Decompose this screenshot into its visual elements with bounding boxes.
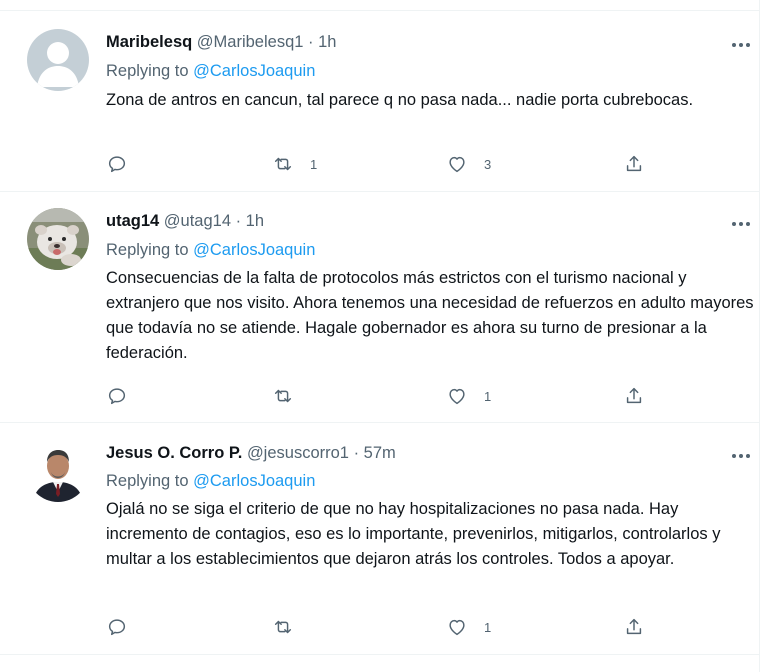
tweet-text: Consecuencias de la falta de protocolos … [106,269,754,362]
man-in-suit-photo [27,440,89,502]
heart-icon [449,619,465,636]
avatar[interactable] [27,208,89,270]
tweet-actions: 1 [106,383,666,409]
share-button[interactable] [623,614,645,640]
avatar[interactable] [27,440,89,502]
timestamp[interactable]: · 57m [354,444,396,462]
replying-prefix: Replying to [106,241,194,259]
display-name[interactable]: Jesus O. Corro P. [106,444,242,462]
tweet-actions: 1 3 [106,151,666,177]
share-icon [626,618,642,635]
retweet-count: 1 [310,156,318,172]
display-name[interactable]: Maribelesq [106,33,192,51]
like-count: 1 [484,619,492,635]
heart-icon [449,388,465,405]
share-button[interactable] [623,151,645,177]
default-avatar-icon [27,29,89,91]
heart-icon [449,156,465,173]
retweet-icon [274,389,292,403]
tweet[interactable]: Jesus O. Corro P. @jesuscorro1 · 57m Rep… [0,423,759,655]
reply-timeline: Maribelesq @Maribelesq1 · 1h Replying to… [0,0,760,672]
reply-icon [108,619,126,636]
replying-to: Replying to @CarlosJoaquin [106,61,315,81]
timestamp[interactable]: · 1h [308,33,336,51]
mention-link[interactable]: @CarlosJoaquin [193,472,315,490]
bulldog-photo [27,208,89,270]
more-options-icon[interactable] [730,37,752,47]
handle[interactable]: @jesuscorro1 [247,444,349,462]
reply-icon [108,388,126,405]
tweet[interactable]: utag14 @utag14 · 1h Replying to @CarlosJ… [0,192,759,423]
share-icon [626,387,642,404]
replying-prefix: Replying to [106,472,194,490]
tweet-header: Jesus O. Corro P. @jesuscorro1 · 57m [106,443,396,463]
more-options-icon[interactable] [730,216,752,226]
top-divider [0,0,759,11]
replying-to: Replying to @CarlosJoaquin [106,471,315,491]
reply-button[interactable] [106,383,144,409]
mention-link[interactable]: @CarlosJoaquin [193,241,315,259]
like-count: 1 [484,388,492,404]
tweet-text: Ojalá no se siga el criterio de que no h… [106,500,721,568]
timestamp[interactable]: · 1h [236,212,264,230]
reply-icon [108,156,126,173]
avatar[interactable] [27,29,89,91]
reply-button[interactable] [106,151,144,177]
tweet[interactable]: Maribelesq @Maribelesq1 · 1h Replying to… [0,11,759,192]
mention-link[interactable]: @CarlosJoaquin [193,62,315,80]
tweet-actions: 1 [106,614,666,640]
retweet-button[interactable]: 1 [272,151,317,177]
replying-prefix: Replying to [106,62,194,80]
more-options-icon[interactable] [730,448,752,458]
retweet-icon [274,157,292,171]
display-name[interactable]: utag14 [106,212,159,230]
retweet-button[interactable] [272,614,310,640]
tweet-header: utag14 @utag14 · 1h [106,211,264,231]
like-count: 3 [484,156,492,172]
like-button[interactable]: 3 [446,151,491,177]
share-button[interactable] [623,383,645,409]
like-button[interactable]: 1 [446,383,491,409]
reply-button[interactable] [106,614,144,640]
handle[interactable]: @Maribelesq1 [197,33,304,51]
replying-to: Replying to @CarlosJoaquin [106,240,315,260]
retweet-button[interactable] [272,383,310,409]
handle[interactable]: @utag14 [164,212,231,230]
tweet-header: Maribelesq @Maribelesq1 · 1h [106,32,336,52]
like-button[interactable]: 1 [446,614,491,640]
retweet-icon [274,620,292,634]
share-icon [626,155,642,172]
tweet-text: Zona de antros en cancun, tal parece q n… [106,91,694,109]
